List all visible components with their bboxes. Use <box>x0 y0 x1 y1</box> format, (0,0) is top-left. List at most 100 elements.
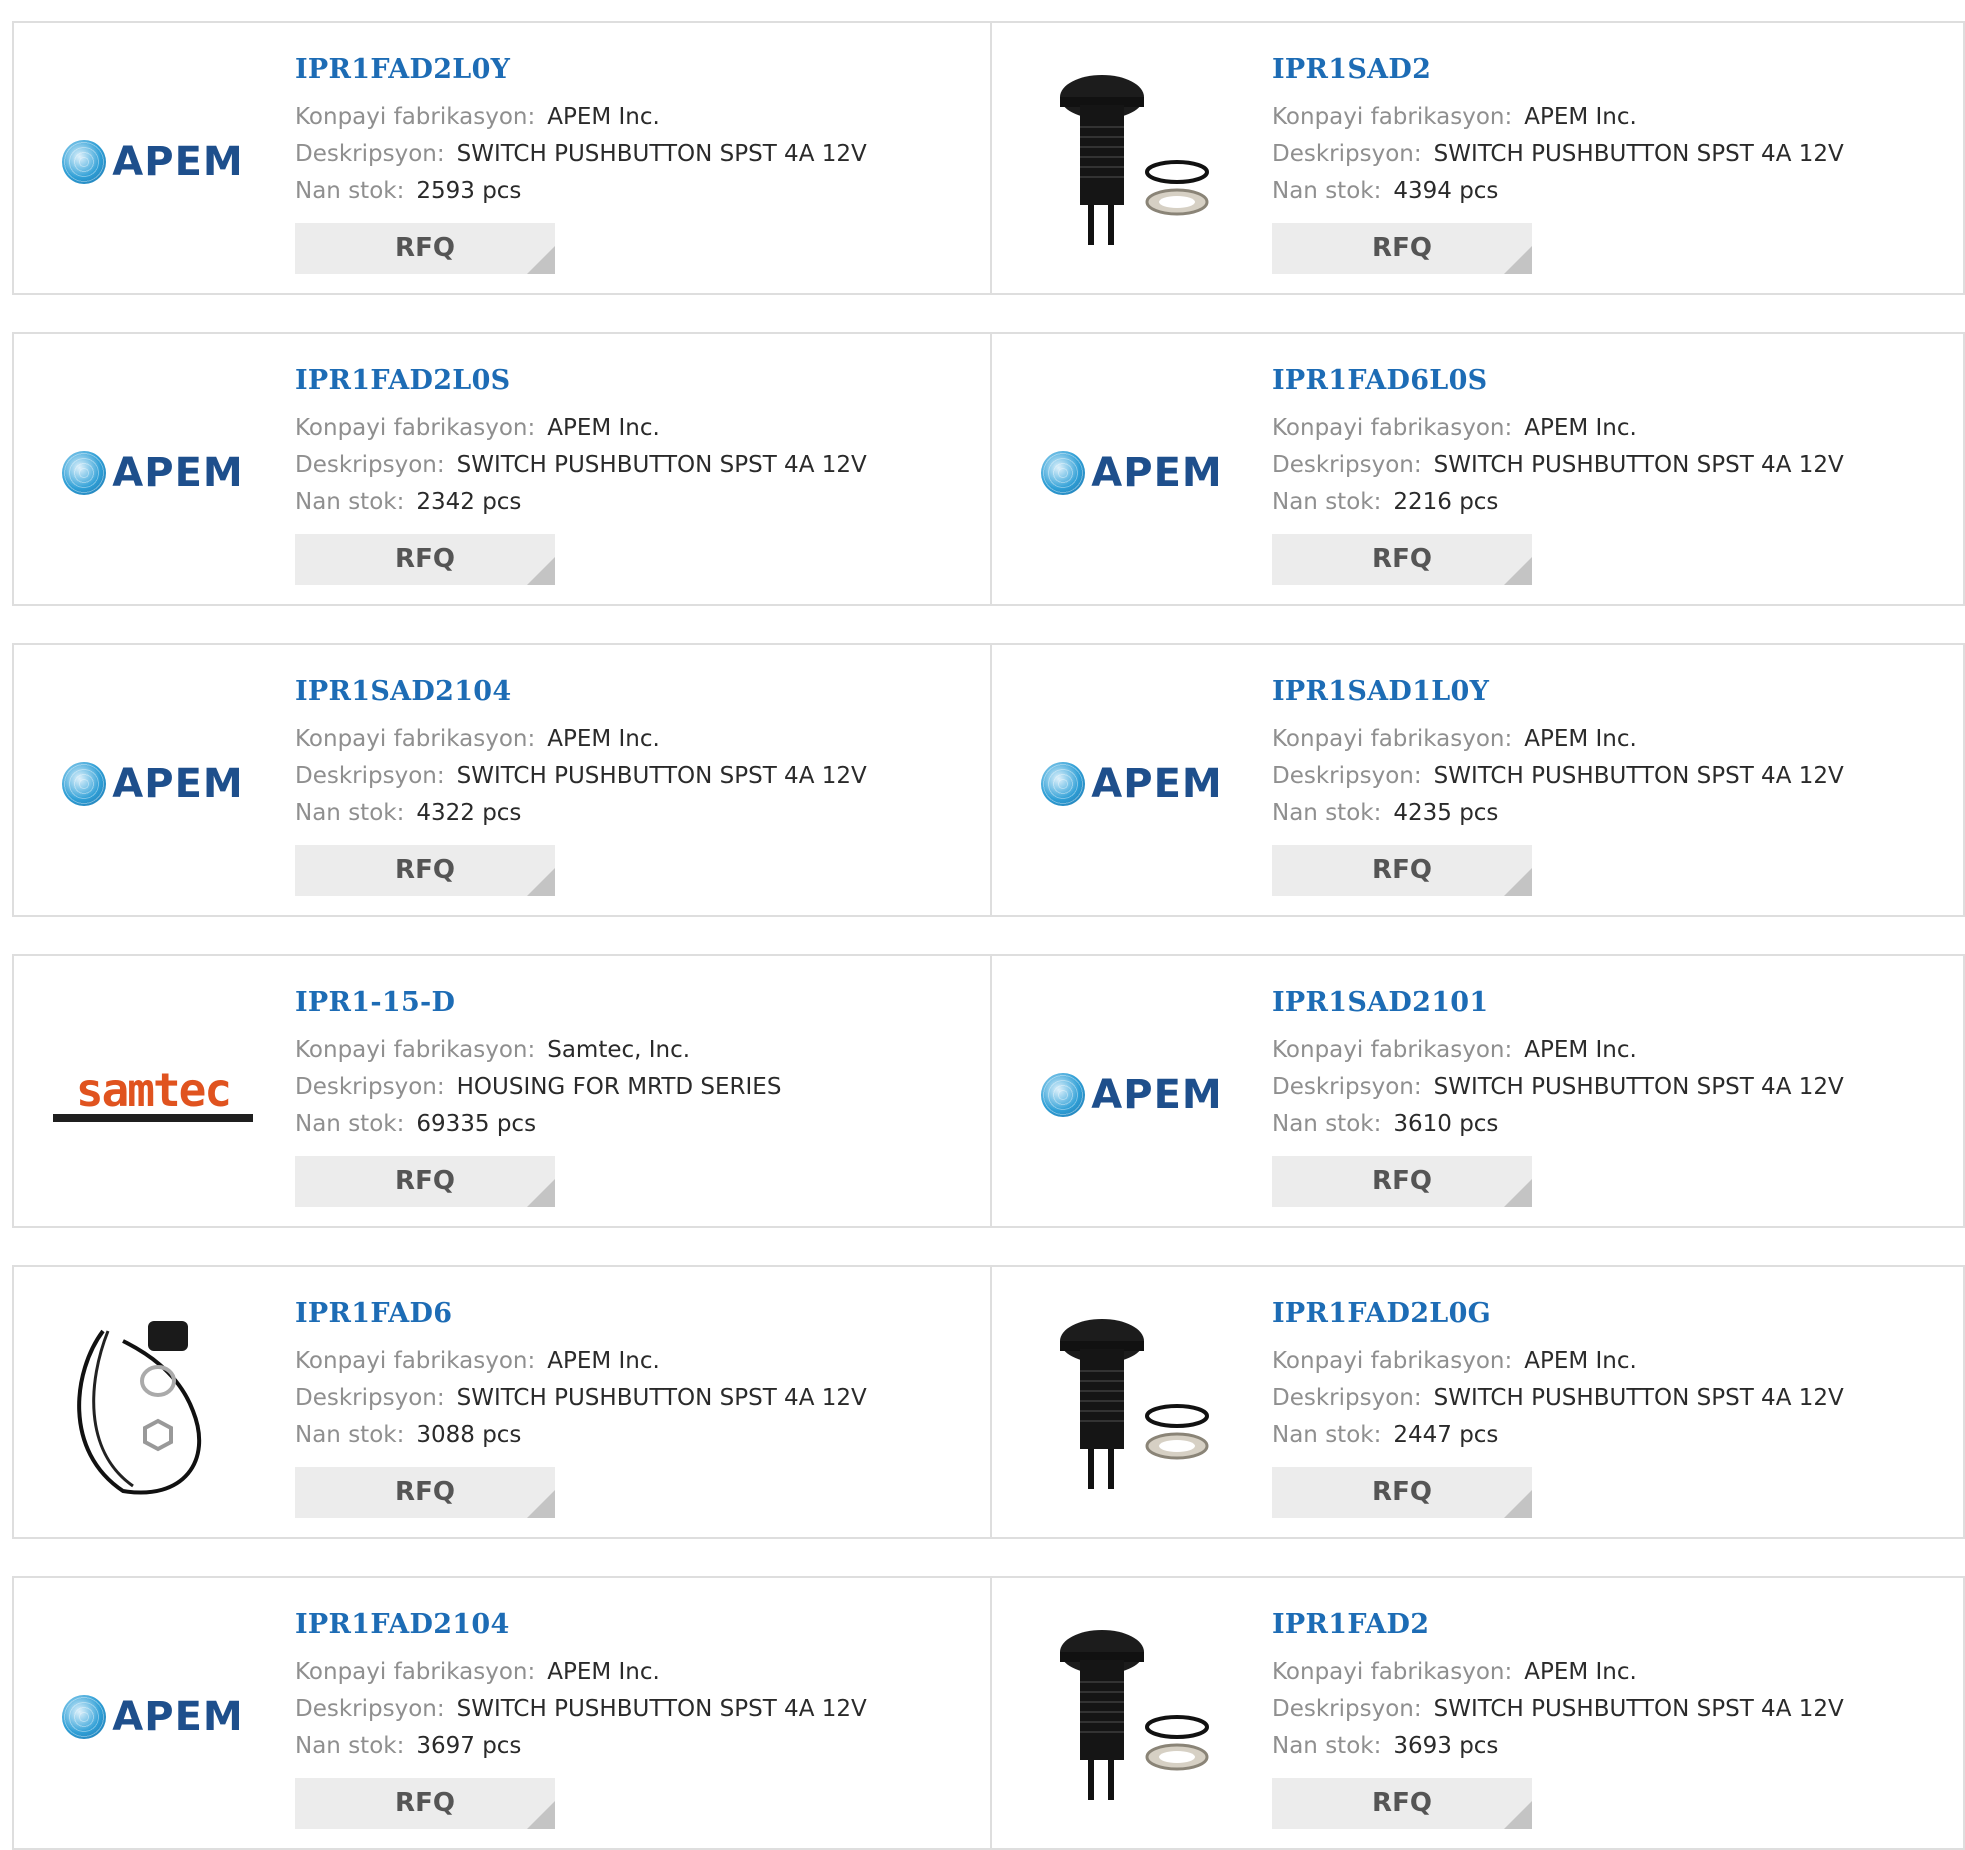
manufacturer-label: Konpayi fabrikasyon: <box>1272 104 1513 130</box>
part-number-link[interactable]: IPR1SAD2101 <box>1272 986 1952 1020</box>
stock-row: Nan stok: 2447 pcs <box>1272 1417 1952 1454</box>
rfq-button[interactable]: RFQ <box>295 1156 555 1207</box>
rfq-button[interactable]: RFQ <box>1272 534 1532 585</box>
description-label: Deskripsyon: <box>1272 1385 1422 1411</box>
product-card: APEM IPR1SAD2104 Konpayi fabrikasyon: APE… <box>14 645 990 915</box>
product-thumbnail[interactable]: APEM <box>1031 372 1233 574</box>
stock-label: Nan stok: <box>295 1422 405 1448</box>
stock-value: 3693 pcs <box>1393 1733 1499 1759</box>
apem-logo-text: APEM <box>1091 761 1223 807</box>
product-thumbnail[interactable]: samtec <box>52 994 254 1196</box>
rfq-button[interactable]: RFQ <box>295 845 555 896</box>
product-thumbnail[interactable]: APEM <box>52 1616 254 1818</box>
stock-row: Nan stok: 2342 pcs <box>295 484 975 521</box>
rfq-button[interactable]: RFQ <box>1272 1156 1532 1207</box>
part-number-link[interactable]: IPR1FAD6L0S <box>1272 364 1952 398</box>
stock-label: Nan stok: <box>1272 1422 1382 1448</box>
part-number-link[interactable]: IPR1FAD2L0G <box>1272 1297 1952 1331</box>
apem-globe-icon <box>1041 762 1086 806</box>
rfq-button[interactable]: RFQ <box>295 534 555 585</box>
samtec-logo-bar <box>53 1114 253 1122</box>
apem-logo-text: APEM <box>112 139 244 185</box>
rfq-corner-decoration <box>1504 868 1532 896</box>
rfq-corner-decoration <box>527 1490 555 1518</box>
product-info: IPR1SAD2101 Konpayi fabrikasyon: APEM Inc… <box>1272 986 1952 1207</box>
product-thumbnail[interactable] <box>1031 1616 1233 1818</box>
rfq-button[interactable]: RFQ <box>1272 223 1532 274</box>
product-thumbnail[interactable]: APEM <box>1031 994 1233 1196</box>
description-label: Deskripsyon: <box>295 1074 445 1100</box>
product-info: IPR1FAD2L0G Konpayi fabrikasyon: APEM Inc… <box>1272 1297 1952 1518</box>
stock-value: 2342 pcs <box>416 489 522 515</box>
stock-label: Nan stok: <box>295 489 405 515</box>
product-thumbnail[interactable]: APEM <box>52 683 254 885</box>
product-thumbnail[interactable]: APEM <box>52 61 254 263</box>
product-thumbnail[interactable] <box>52 1305 254 1507</box>
product-info: IPR1SAD2 Konpayi fabrikasyon: APEM Inc. D… <box>1272 53 1952 274</box>
product-row: IPR1FAD6 Konpayi fabrikasyon: APEM Inc. D… <box>12 1265 1965 1539</box>
part-number-link[interactable]: IPR1FAD2104 <box>295 1608 975 1642</box>
rfq-corner-decoration <box>1504 1801 1532 1829</box>
description-value: SWITCH PUSHBUTTON SPST 4A 12V <box>1433 1385 1844 1411</box>
description-row: Deskripsyon: SWITCH PUSHBUTTON SPST 4A 12… <box>1272 1380 1952 1417</box>
stock-row: Nan stok: 2216 pcs <box>1272 484 1952 521</box>
manufacturer-value: APEM Inc. <box>1524 415 1637 441</box>
description-label: Deskripsyon: <box>1272 452 1422 478</box>
rfq-button[interactable]: RFQ <box>295 223 555 274</box>
product-thumbnail[interactable]: APEM <box>52 372 254 574</box>
part-number-link[interactable]: IPR1SAD1L0Y <box>1272 675 1952 709</box>
rfq-corner-decoration <box>1504 1179 1532 1207</box>
rfq-button[interactable]: RFQ <box>1272 1778 1532 1829</box>
stock-value: 4322 pcs <box>416 800 522 826</box>
pushbutton-switch-photo <box>1060 75 1209 245</box>
manufacturer-value: APEM Inc. <box>547 104 660 130</box>
rfq-button[interactable]: RFQ <box>295 1467 555 1518</box>
description-value: SWITCH PUSHBUTTON SPST 4A 12V <box>456 1696 867 1722</box>
stock-value: 2593 pcs <box>416 178 522 204</box>
product-card: APEM IPR1FAD2L0S Konpayi fabrikasyon: APE… <box>14 334 990 604</box>
product-row: APEM IPR1FAD2L0Y Konpayi fabrikasyon: APE… <box>12 21 1965 295</box>
product-thumbnail[interactable]: APEM <box>1031 683 1233 885</box>
manufacturer-row: Konpayi fabrikasyon: Samtec, Inc. <box>295 1032 975 1069</box>
description-label: Deskripsyon: <box>1272 763 1422 789</box>
part-number-link[interactable]: IPR1FAD2L0S <box>295 364 975 398</box>
description-row: Deskripsyon: SWITCH PUSHBUTTON SPST 4A 12… <box>1272 136 1952 173</box>
product-thumbnail[interactable] <box>1031 1305 1233 1507</box>
part-number-link[interactable]: IPR1SAD2 <box>1272 53 1952 87</box>
rfq-button[interactable]: RFQ <box>1272 1467 1532 1518</box>
apem-globe-icon <box>1041 1073 1086 1117</box>
stock-label: Nan stok: <box>1272 489 1382 515</box>
rfq-button[interactable]: RFQ <box>1272 845 1532 896</box>
rfq-corner-decoration <box>527 557 555 585</box>
rfq-button[interactable]: RFQ <box>295 1778 555 1829</box>
rfq-corner-decoration <box>1504 1490 1532 1518</box>
rfq-corner-decoration <box>1504 246 1532 274</box>
part-number-link[interactable]: IPR1FAD6 <box>295 1297 975 1331</box>
apem-globe-icon <box>62 451 107 495</box>
samtec-logo: samtec <box>53 1063 253 1122</box>
product-card: IPR1SAD2 Konpayi fabrikasyon: APEM Inc. D… <box>990 23 1965 293</box>
part-number-link[interactable]: IPR1SAD2104 <box>295 675 975 709</box>
manufacturer-row: Konpayi fabrikasyon: APEM Inc. <box>295 99 975 136</box>
manufacturer-row: Konpayi fabrikasyon: APEM Inc. <box>295 1654 975 1691</box>
stock-label: Nan stok: <box>1272 800 1382 826</box>
description-value: SWITCH PUSHBUTTON SPST 4A 12V <box>456 452 867 478</box>
product-info: IPR1FAD2 Konpayi fabrikasyon: APEM Inc. D… <box>1272 1608 1952 1829</box>
stock-value: 2447 pcs <box>1393 1422 1499 1448</box>
rfq-label: RFQ <box>395 855 455 885</box>
stock-value: 4235 pcs <box>1393 800 1499 826</box>
product-info: IPR1SAD2104 Konpayi fabrikasyon: APEM Inc… <box>295 675 975 896</box>
description-row: Deskripsyon: SWITCH PUSHBUTTON SPST 4A 12… <box>295 1691 975 1728</box>
rfq-label: RFQ <box>1372 1166 1432 1196</box>
description-value: HOUSING FOR MRTD SERIES <box>456 1074 782 1100</box>
rfq-label: RFQ <box>395 1477 455 1507</box>
part-number-link[interactable]: IPR1FAD2L0Y <box>295 53 975 87</box>
product-thumbnail[interactable] <box>1031 61 1233 263</box>
manufacturer-value: APEM Inc. <box>1524 726 1637 752</box>
manufacturer-value: APEM Inc. <box>547 1348 660 1374</box>
part-number-link[interactable]: IPR1-15-D <box>295 986 975 1020</box>
apem-logo: APEM <box>62 450 243 496</box>
samtec-logo-text: samtec <box>75 1063 232 1117</box>
part-number-link[interactable]: IPR1FAD2 <box>1272 1608 1952 1642</box>
apem-globe-icon <box>62 1695 107 1739</box>
